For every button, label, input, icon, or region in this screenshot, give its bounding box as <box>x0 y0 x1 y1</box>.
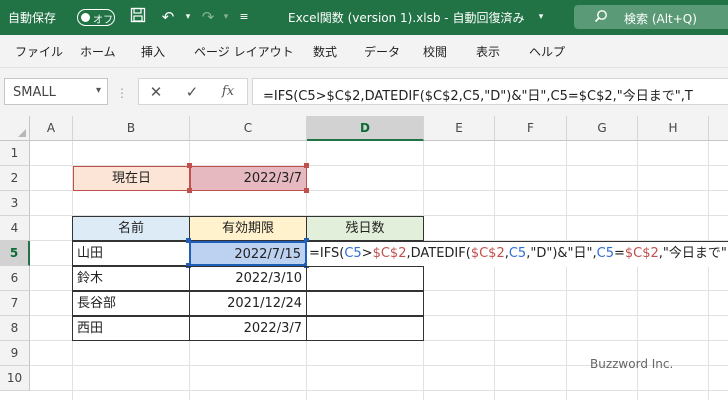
tab-review[interactable]: 校閲 <box>423 43 447 60</box>
gridline <box>708 141 709 400</box>
cell-c5[interactable]: 2022/7/15 <box>189 241 307 266</box>
row-header-10[interactable]: 10 <box>0 366 30 391</box>
gridline <box>30 390 728 391</box>
name-box-value: SMALL <box>13 85 56 100</box>
search-box[interactable]: 検索 (Alt+Q) <box>574 5 728 29</box>
formula-ref-c2: $C$2 <box>372 246 407 261</box>
row-header-7[interactable]: 7 <box>0 291 30 316</box>
range-handle[interactable] <box>304 188 309 193</box>
file-title[interactable]: Excel関数 (version 1).xlsb - 自動回復済み <box>288 9 524 26</box>
cell-b4[interactable]: 名前 <box>72 216 190 241</box>
cell-b5[interactable]: 山田 <box>72 241 190 266</box>
cell-c2[interactable]: 2022/3/7 <box>190 166 307 191</box>
tab-file[interactable]: ファイル <box>15 43 63 60</box>
formula-buttons: ✕ ✓ fx <box>138 78 248 105</box>
chevron-down-icon[interactable]: ▾ <box>531 7 551 27</box>
formula-part: > <box>361 246 373 261</box>
column-header-a[interactable]: A <box>30 116 73 141</box>
more-options-icon[interactable]: ⋮ <box>116 86 128 100</box>
cell-b2[interactable]: 現在日 <box>73 166 190 191</box>
row-header-1[interactable]: 1 <box>0 141 30 166</box>
tab-formulas[interactable]: 数式 <box>313 43 337 60</box>
tab-data[interactable]: データ <box>364 43 400 60</box>
tab-page-layout[interactable]: ページ レイアウト <box>194 43 294 60</box>
column-header-h[interactable]: H <box>638 116 709 141</box>
select-all-button[interactable] <box>0 116 30 141</box>
column-header-overflow <box>709 116 728 141</box>
cancel-icon[interactable]: ✕ <box>145 83 167 101</box>
row-header-6[interactable]: 6 <box>0 266 30 291</box>
cell-d4[interactable]: 残日数 <box>306 216 424 241</box>
formula-ref-c2: $C$2 <box>470 246 505 261</box>
insert-function-icon[interactable]: fx <box>217 83 239 101</box>
range-handle[interactable] <box>186 238 191 243</box>
formula-ref-c5: C5 <box>596 246 614 261</box>
cell-c7[interactable]: 2021/12/24 <box>189 291 307 316</box>
formula-part: ,"D")&"日", <box>526 246 597 261</box>
formula-text: =IFS(C5>$C$2,DATEDIF($C$2,C5,"D")&"日",C5… <box>263 89 693 104</box>
redo-icon[interactable]: ↷ <box>198 7 218 27</box>
column-header-f[interactable]: F <box>495 116 567 141</box>
formula-ref-c5: C5 <box>344 246 362 261</box>
autosave-label: 自動保存 <box>8 11 57 25</box>
toggle-knob <box>81 13 90 22</box>
cell-c6[interactable]: 2022/3/10 <box>189 266 307 291</box>
range-handle[interactable] <box>187 163 192 168</box>
row-header-8[interactable]: 8 <box>0 316 30 341</box>
cell-b8[interactable]: 西田 <box>72 316 190 341</box>
cell-c8[interactable]: 2022/3/7 <box>189 316 307 341</box>
formula-part: ,DATEDIF( <box>406 246 471 261</box>
tab-view[interactable]: 表示 <box>476 43 500 60</box>
cell-d5-editor[interactable]: =IFS(C5>$C$2,DATEDIF($C$2,C5,"D")&"日",C5… <box>307 241 728 267</box>
cell-b6[interactable]: 鈴木 <box>72 266 190 291</box>
chevron-down-icon[interactable]: ▾ <box>96 85 101 96</box>
ribbon-tabs: ファイル ホーム 挿入 ページ レイアウト 数式 データ 校閲 表示 ヘルプ <box>0 35 728 68</box>
formula-part: =IFS( <box>309 246 345 261</box>
enter-icon[interactable]: ✓ <box>181 83 203 101</box>
name-box[interactable]: SMALL ▾ <box>4 78 108 105</box>
gridline <box>494 141 495 400</box>
title-bar: 自動保存 オフ ↶ ▾ ↷ ▾ ≡ Excel関数 (version 1).xl… <box>0 0 728 35</box>
column-header-d[interactable]: D <box>307 116 424 141</box>
search-icon <box>594 9 608 27</box>
autosave-toggle[interactable]: オフ <box>77 9 115 26</box>
formula-part: = <box>613 246 625 261</box>
row-header-3[interactable]: 3 <box>0 191 30 216</box>
cell-d8[interactable] <box>306 316 424 341</box>
row-header-5[interactable]: 5 <box>0 241 30 266</box>
range-handle[interactable] <box>304 163 309 168</box>
cell-d7[interactable] <box>306 291 424 316</box>
formula-ref-c2: $C$2 <box>624 246 659 261</box>
tab-help[interactable]: ヘルプ <box>529 43 565 60</box>
search-label: 検索 (Alt+Q) <box>624 12 697 26</box>
undo-dropdown-icon[interactable]: ▾ <box>178 7 198 27</box>
formula-ref-c5: C5 <box>508 246 527 261</box>
formula-part: ,"今日まで" <box>658 246 727 261</box>
column-header-b[interactable]: B <box>73 116 190 141</box>
formula-input[interactable]: =IFS(C5>$C$2,DATEDIF($C$2,C5,"D")&"日",C5… <box>252 78 728 105</box>
column-header-g[interactable]: G <box>567 116 638 141</box>
save-icon[interactable] <box>128 7 148 27</box>
column-header-c[interactable]: C <box>190 116 307 141</box>
row-header-4[interactable]: 4 <box>0 216 30 241</box>
undo-icon[interactable]: ↶ <box>158 7 178 27</box>
redo-dropdown-icon[interactable]: ▾ <box>216 7 236 27</box>
cell-d6[interactable] <box>306 266 424 291</box>
row-header-2[interactable]: 2 <box>0 166 30 191</box>
cell-b7[interactable]: 長谷部 <box>72 291 190 316</box>
select-all-icon <box>18 129 26 137</box>
column-header-e[interactable]: E <box>424 116 495 141</box>
cell-c4[interactable]: 有効期限 <box>189 216 307 241</box>
tab-home[interactable]: ホーム <box>80 43 116 60</box>
autosave-state: オフ <box>93 15 113 26</box>
range-handle[interactable] <box>187 188 192 193</box>
formula-bar: SMALL ▾ ⋮ ✕ ✓ fx =IFS(C5>$C$2,DATEDIF($C… <box>0 68 728 116</box>
tab-insert[interactable]: 挿入 <box>141 43 165 60</box>
row-header-9[interactable]: 9 <box>0 341 30 366</box>
watermark: Buzzword Inc. <box>590 357 674 371</box>
customize-icon[interactable]: ≡ <box>234 7 254 27</box>
gridline <box>566 141 567 400</box>
